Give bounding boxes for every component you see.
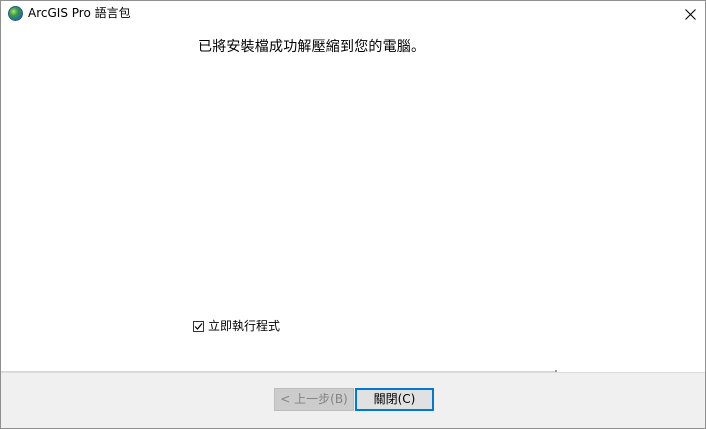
title-bar[interactable]: ArcGIS Pro 語言包 (1, 1, 705, 27)
checkmark-icon (194, 322, 203, 330)
window-title: ArcGIS Pro 語言包 (28, 6, 131, 20)
status-message: 已將安裝檔成功解壓縮到您的電腦。 (198, 39, 426, 55)
back-button[interactable]: < 上一步(B) (274, 388, 354, 411)
button-bar: < 上一步(B) 關閉(C) (1, 372, 705, 428)
run-now-label[interactable]: 立即執行程式 (208, 319, 280, 333)
close-icon (684, 8, 696, 20)
run-now-option[interactable]: 立即執行程式 (193, 319, 280, 333)
close-window-button[interactable] (675, 1, 705, 27)
dialog-content: 已將安裝檔成功解壓縮到您的電腦。 立即執行程式 (1, 27, 705, 374)
dialog-window: ArcGIS Pro 語言包 已將安裝檔成功解壓縮到您的電腦。 立即執行程式 <… (0, 0, 706, 429)
run-now-checkbox[interactable] (193, 320, 204, 332)
arcgis-globe-icon (8, 6, 23, 21)
close-button[interactable]: 關閉(C) (355, 388, 434, 411)
